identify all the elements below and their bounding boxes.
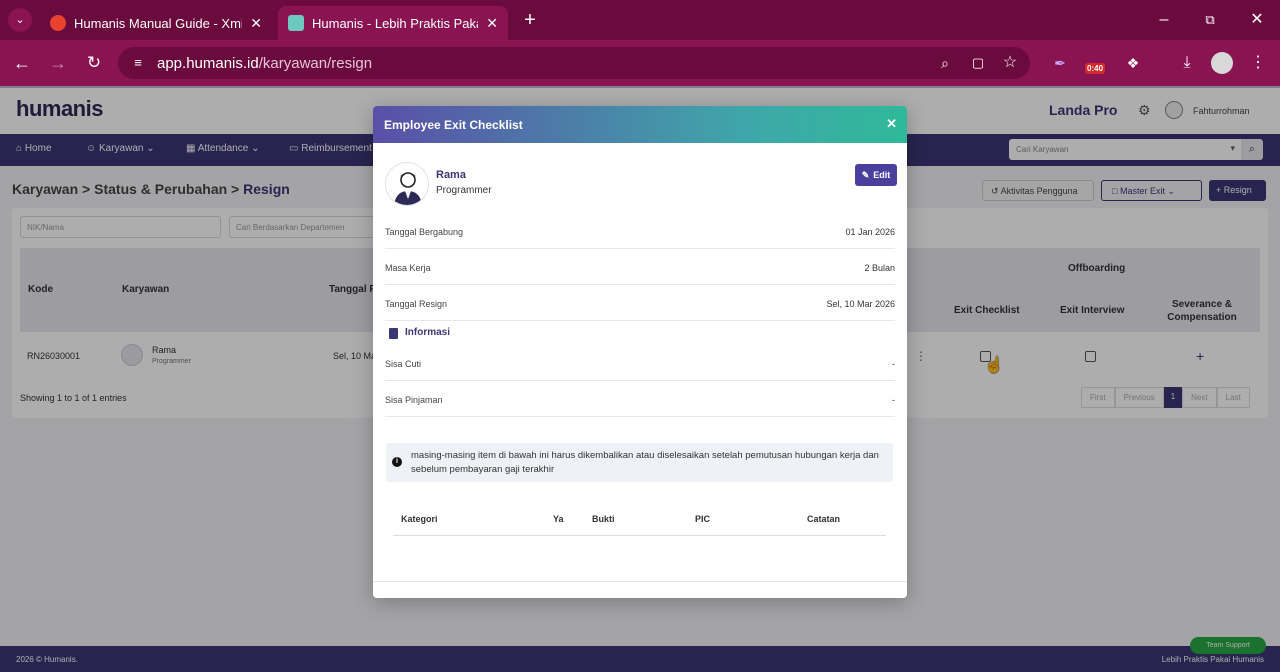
info-alert: i masing-masing item di bawah ini harus … <box>386 443 893 482</box>
profile-avatar-icon[interactable] <box>1211 52 1233 74</box>
info-row: Sisa Pinjaman - <box>385 381 895 417</box>
extension-feather-icon[interactable]: ✒ <box>1048 51 1072 75</box>
modal-title: Employee Exit Checklist <box>384 118 523 132</box>
extensions-puzzle-icon[interactable]: ❖ <box>1121 51 1145 75</box>
close-icon[interactable]: ✕ <box>886 116 897 132</box>
column-pic: PIC <box>695 514 711 524</box>
forward-icon[interactable]: → <box>46 51 70 75</box>
timer-badge: 0:40 <box>1085 63 1106 74</box>
detail-row: Tanggal Bergabung 01 Jan 2026 <box>385 213 895 249</box>
info-circle-icon: i <box>392 457 402 467</box>
document-icon <box>389 328 398 339</box>
employee-position: Programmer <box>436 185 492 196</box>
edit-icon: ✎ <box>861 169 870 180</box>
bookmark-star-icon[interactable]: ☆ <box>998 51 1022 75</box>
humanis-favicon-icon <box>288 15 304 31</box>
tab-search-icon[interactable]: ⌄ <box>8 8 32 32</box>
back-icon[interactable]: ← <box>10 51 34 75</box>
column-bukti: Bukti <box>592 514 615 524</box>
download-icon[interactable]: ⤓ <box>1175 51 1199 75</box>
extension-timer-icon[interactable]: 0:40 <box>1084 51 1108 75</box>
employee-name: Rama <box>436 169 466 181</box>
column-kategori: Kategori <box>401 514 438 524</box>
xmind-favicon-icon <box>50 15 66 31</box>
alert-text: masing-masing item di bawah ini harus di… <box>411 450 879 475</box>
column-catatan: Catatan <box>807 514 841 524</box>
checklist-table-header: Kategori Ya Bukti PIC Catatan <box>393 514 886 536</box>
browser-tab-xmind[interactable]: Humanis Manual Guide - Xmind ✕ <box>40 6 272 40</box>
browser-tab-humanis[interactable]: Humanis - Lebih Praktis Pakai Humanis ✕ <box>278 6 508 40</box>
close-tab-icon[interactable]: ✕ <box>250 15 262 32</box>
zoom-icon[interactable]: ⌕ <box>933 51 957 75</box>
modal-footer-divider <box>373 581 907 582</box>
new-tab-icon[interactable]: + <box>518 8 542 32</box>
exit-checklist-modal: Employee Exit Checklist ✕ Rama Programme… <box>373 106 907 598</box>
detail-row: Masa Kerja 2 Bulan <box>385 249 895 285</box>
url-text[interactable]: app.humanis.id/karyawan/resign <box>157 55 372 72</box>
close-tab-icon[interactable]: ✕ <box>486 15 498 32</box>
close-window-icon[interactable]: ✕ <box>1245 8 1269 32</box>
column-ya: Ya <box>553 514 564 524</box>
edit-button[interactable]: ✎ Edit <box>855 164 897 186</box>
employee-avatar <box>385 162 429 206</box>
install-app-icon[interactable]: ▢ <box>966 51 990 75</box>
browser-menu-icon[interactable]: ⋮ <box>1246 51 1270 75</box>
minimize-icon[interactable]: – <box>1152 8 1176 32</box>
detail-row: Tanggal Resign Sel, 10 Mar 2026 <box>385 285 895 321</box>
site-info-icon[interactable]: ≡ <box>126 51 150 75</box>
restore-icon[interactable]: ⧉ <box>1198 8 1222 32</box>
reload-icon[interactable]: ↻ <box>82 51 106 75</box>
person-icon <box>394 172 422 205</box>
info-row: Sisa Cuti - <box>385 345 895 381</box>
section-informasi: Informasi <box>405 327 451 338</box>
